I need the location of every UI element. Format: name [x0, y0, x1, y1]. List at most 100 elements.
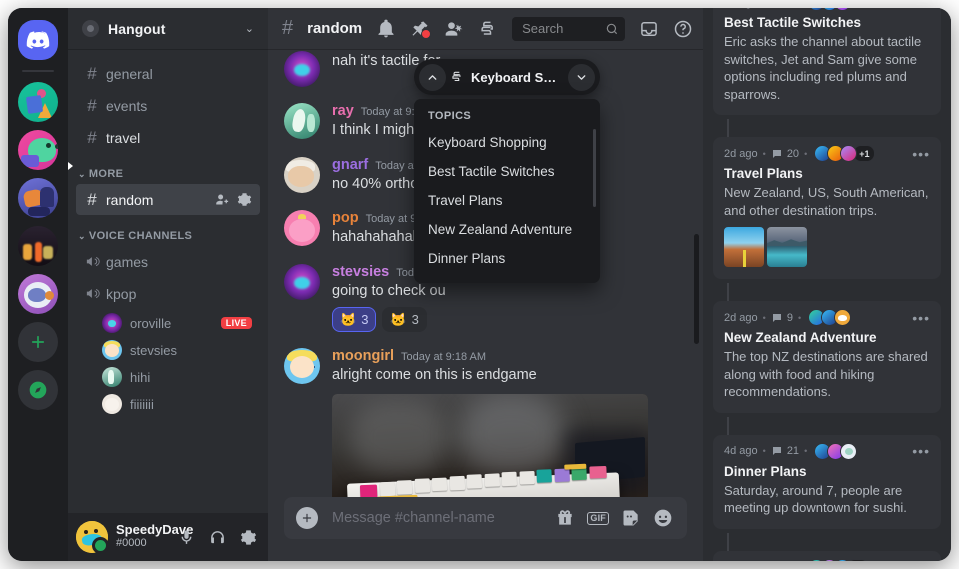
- mute-button[interactable]: [175, 526, 198, 549]
- voice-channel-kpop[interactable]: kpop: [76, 278, 260, 309]
- gif-button[interactable]: GIF: [587, 511, 609, 525]
- server-icon-4[interactable]: [18, 274, 58, 314]
- server-icon-3[interactable]: [18, 226, 58, 266]
- message-timestamp: Today at 9:18 AM: [401, 351, 487, 364]
- upload-file-button[interactable]: [296, 507, 318, 529]
- topic-next-button[interactable]: [568, 63, 595, 91]
- add-server-button[interactable]: [18, 322, 58, 362]
- topic-option-1[interactable]: Best Tactile Switches: [414, 157, 600, 186]
- avatar[interactable]: [76, 521, 109, 554]
- message-input[interactable]: [330, 509, 544, 527]
- notifications-button[interactable]: [376, 19, 396, 39]
- voice-member-stevsies[interactable]: stevsies: [76, 337, 260, 363]
- channel-random[interactable]: # random: [76, 184, 260, 215]
- deafen-button[interactable]: [206, 526, 229, 549]
- message-composer[interactable]: GIF: [284, 497, 687, 539]
- card-comment-count: 7: [771, 8, 793, 9]
- avatar[interactable]: [284, 51, 320, 87]
- card-title: Best Tactile Switches: [724, 15, 862, 30]
- page-title: random: [307, 20, 363, 37]
- message-author[interactable]: gnarf: [332, 157, 368, 174]
- topic-card-1[interactable]: 2d ago • 20 • +1 ••• Travel Plans New Ze…: [713, 137, 941, 280]
- voice-member-name: fiiiiiii: [130, 396, 154, 412]
- reaction-emoji: 🐱: [340, 311, 357, 327]
- topic-prev-button[interactable]: [419, 63, 446, 91]
- gear-icon[interactable]: [237, 192, 252, 207]
- card-timestamp: 2d ago: [724, 311, 758, 324]
- discord-home-button[interactable]: [18, 20, 58, 60]
- channel-list[interactable]: # general # events # travel ⌄ MORE # ran…: [68, 49, 268, 513]
- topic-card-3[interactable]: 4d ago • 21 • ••• Dinner Plans Saturday,…: [713, 434, 941, 530]
- gift-button[interactable]: [555, 508, 575, 528]
- add-member-icon[interactable]: [215, 192, 230, 207]
- channel-general[interactable]: # general: [76, 58, 260, 89]
- topics-sidebar[interactable]: 5h ago • 7 • ••• Best Tactile Switches: [703, 8, 951, 561]
- sticker-button[interactable]: [621, 508, 641, 528]
- channel-travel[interactable]: # travel: [68, 122, 260, 170]
- topic-card-0[interactable]: 5h ago • 7 • ••• Best Tactile Switches: [713, 8, 941, 116]
- card-more-button[interactable]: •••: [912, 311, 930, 325]
- voice-member-oroville[interactable]: oroville LIVE: [76, 310, 260, 336]
- bell-icon: [378, 19, 394, 37]
- topic-option-2[interactable]: Travel Plans: [414, 186, 600, 215]
- pinned-messages-button[interactable]: [410, 19, 432, 39]
- topic-current[interactable]: Keyboard Shopping: [450, 70, 564, 85]
- avatar[interactable]: [284, 348, 320, 385]
- avatar[interactable]: [284, 210, 320, 247]
- card-more-button[interactable]: •••: [912, 147, 930, 161]
- topic-option-4[interactable]: Dinner Plans: [414, 244, 600, 273]
- gear-icon: [240, 529, 257, 545]
- threads-button[interactable]: [478, 19, 498, 39]
- search-input[interactable]: [520, 20, 605, 37]
- chat-scrollbar[interactable]: [694, 234, 699, 344]
- category-voice-channels[interactable]: ⌄ VOICE CHANNELS: [68, 216, 268, 245]
- explore-servers-button[interactable]: [18, 370, 58, 410]
- comment-icon: [772, 447, 781, 456]
- search-box[interactable]: [512, 16, 625, 41]
- guild-header[interactable]: Hangout ⌄: [68, 8, 268, 49]
- message-image-attachment[interactable]: [332, 393, 648, 497]
- avatar[interactable]: [284, 263, 320, 300]
- message-author[interactable]: stevsies: [332, 264, 389, 281]
- avatar[interactable]: [284, 156, 320, 193]
- help-button[interactable]: [673, 19, 693, 39]
- card-title: Travel Plans: [724, 166, 803, 182]
- voice-channel-games[interactable]: games: [76, 246, 260, 277]
- message-author[interactable]: moongirl: [332, 348, 394, 365]
- online-status-dot: [92, 537, 109, 554]
- server-icon-1[interactable]: [18, 130, 58, 170]
- thumbnail-image[interactable]: [724, 227, 764, 268]
- topics-scrollbar[interactable]: [593, 129, 596, 207]
- emoji-button[interactable]: [653, 508, 673, 528]
- search-icon: [606, 23, 618, 34]
- topic-card-4[interactable]: 4d ago • 7 • +1 ••• LA Meetup: [713, 551, 941, 561]
- user-settings-button[interactable]: [237, 526, 260, 549]
- channel-label: events: [106, 97, 148, 114]
- channel-events[interactable]: # events: [76, 90, 260, 121]
- card-more-button[interactable]: •••: [912, 444, 930, 458]
- reaction-chip[interactable]: 🐱 3: [332, 307, 377, 333]
- voice-member-hihi[interactable]: hihi: [76, 364, 260, 390]
- avatar: [102, 367, 122, 387]
- reaction-bar: 🐱 3 🐱 3: [332, 307, 687, 333]
- thumbnail-image[interactable]: [767, 227, 807, 268]
- avatar[interactable]: [284, 103, 320, 139]
- reaction-chip[interactable]: 🐱 3: [382, 307, 427, 333]
- server-icon-0[interactable]: [18, 82, 58, 122]
- topic-option-0[interactable]: Keyboard Shopping: [414, 128, 600, 157]
- card-more-button[interactable]: •••: [912, 8, 930, 10]
- message-author[interactable]: pop: [332, 210, 359, 227]
- message-author[interactable]: ray: [332, 103, 354, 120]
- channel-label: general: [106, 65, 153, 82]
- server-icon-2[interactable]: [18, 178, 58, 218]
- topic-option-3[interactable]: New Zealand Adventure: [414, 215, 600, 244]
- member-list-button[interactable]: [444, 19, 464, 39]
- topic-card-2[interactable]: 2d ago • 9 • ••• New Zealand Adventure T…: [713, 301, 941, 413]
- comment-icon: [771, 8, 783, 9]
- chat-scroll-area[interactable]: nah it's tactile for ray Today at 9:18 A…: [268, 49, 703, 497]
- category-more[interactable]: ⌄ MORE: [68, 154, 268, 183]
- inbox-button[interactable]: [639, 19, 659, 39]
- channel-label: travel: [106, 129, 141, 146]
- voice-member-fiiiiiii[interactable]: fiiiiiii: [76, 391, 260, 417]
- message-row: moongirl Today at 9:18 AM alright come o…: [284, 346, 687, 497]
